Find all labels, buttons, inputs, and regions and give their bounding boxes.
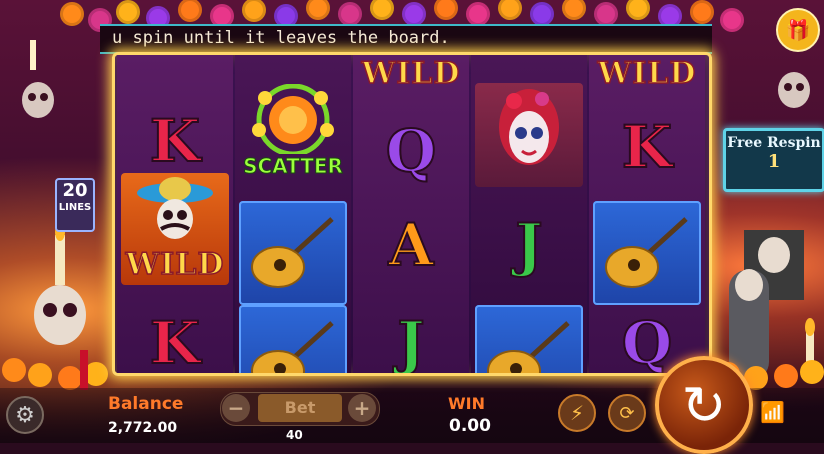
paylines-number: 20 (62, 180, 88, 201)
reel-2: SCATTER (235, 55, 351, 373)
paylines-label: LINES (58, 202, 92, 213)
reel-5: WILD K Q (589, 55, 705, 373)
lightning-icon: ⚡ (569, 401, 585, 425)
guitar-icon (251, 321, 334, 373)
symbol-j: J (514, 210, 543, 280)
symbol-a: A (387, 210, 434, 280)
minus-icon: − (227, 396, 245, 420)
symbol-guitar (475, 305, 583, 373)
symbol-wild-mariachi: WILD (121, 173, 229, 285)
paylines-badge: 20 LINES (55, 178, 95, 232)
symbol-j: J (396, 308, 425, 376)
bet-value: 40 (286, 428, 303, 442)
symbol-guitar (593, 201, 701, 305)
symbol-scatter: SCATTER (239, 79, 347, 183)
free-respin-label: Free Respin (727, 135, 821, 151)
gear-icon: ⚙ (15, 402, 35, 428)
symbol-guitar (239, 201, 347, 305)
symbol-wild: WILD (597, 55, 697, 91)
guitar-icon (251, 217, 334, 288)
gift-button[interactable]: 🎁 (776, 8, 820, 52)
win-label: WIN (448, 394, 485, 413)
balance-value: 2,772.00 (108, 420, 178, 436)
gift-icon: 🎁 (785, 18, 811, 42)
symbol-k: K (621, 112, 673, 182)
plus-icon: + (353, 396, 371, 420)
scatter-label: SCATTER (243, 154, 344, 179)
reels-frame: K WILD K SCATTER WILD Q A J J WILD K Q (112, 52, 712, 376)
symbol-catrina (475, 83, 583, 187)
wild-label: WILD (125, 246, 225, 283)
bet-label: Bet (258, 394, 342, 422)
reel-4: J (471, 55, 587, 373)
guitar-icon (605, 217, 688, 288)
settings-button[interactable]: ⚙ (6, 396, 44, 434)
bet-decrease-button[interactable]: − (222, 394, 250, 422)
mariachi-skull-icon (137, 176, 213, 239)
reel-1: K WILD K (117, 55, 233, 373)
autoplay-button[interactable]: ⟳ (608, 394, 646, 432)
free-respin-counter: Free Respin 1 (723, 128, 824, 192)
right-altar-decoration (716, 72, 824, 390)
free-respin-value: 1 (767, 151, 781, 172)
spin-icon: ↻ (681, 373, 727, 437)
spin-button[interactable]: ↻ (655, 356, 753, 454)
catrina-icon (499, 89, 559, 165)
marigold-icon (252, 84, 334, 154)
win-value: 0.00 (449, 416, 491, 436)
bet-increase-button[interactable]: + (348, 394, 376, 422)
reel-3: WILD Q A J (353, 55, 469, 373)
balance-label: Balance (108, 394, 184, 414)
marquee-text: u spin until it leaves the board. (112, 28, 450, 48)
symbol-k: K (149, 308, 201, 376)
symbol-guitar (239, 305, 347, 373)
info-marquee: u spin until it leaves the board. (100, 24, 712, 54)
symbol-wild: WILD (361, 55, 461, 91)
turbo-button[interactable]: ⚡ (558, 394, 596, 432)
guitar-icon (487, 321, 570, 373)
autoplay-icon: ⟳ (619, 402, 635, 424)
wifi-icon: 📶 (760, 400, 785, 424)
symbol-q: Q (385, 116, 438, 186)
